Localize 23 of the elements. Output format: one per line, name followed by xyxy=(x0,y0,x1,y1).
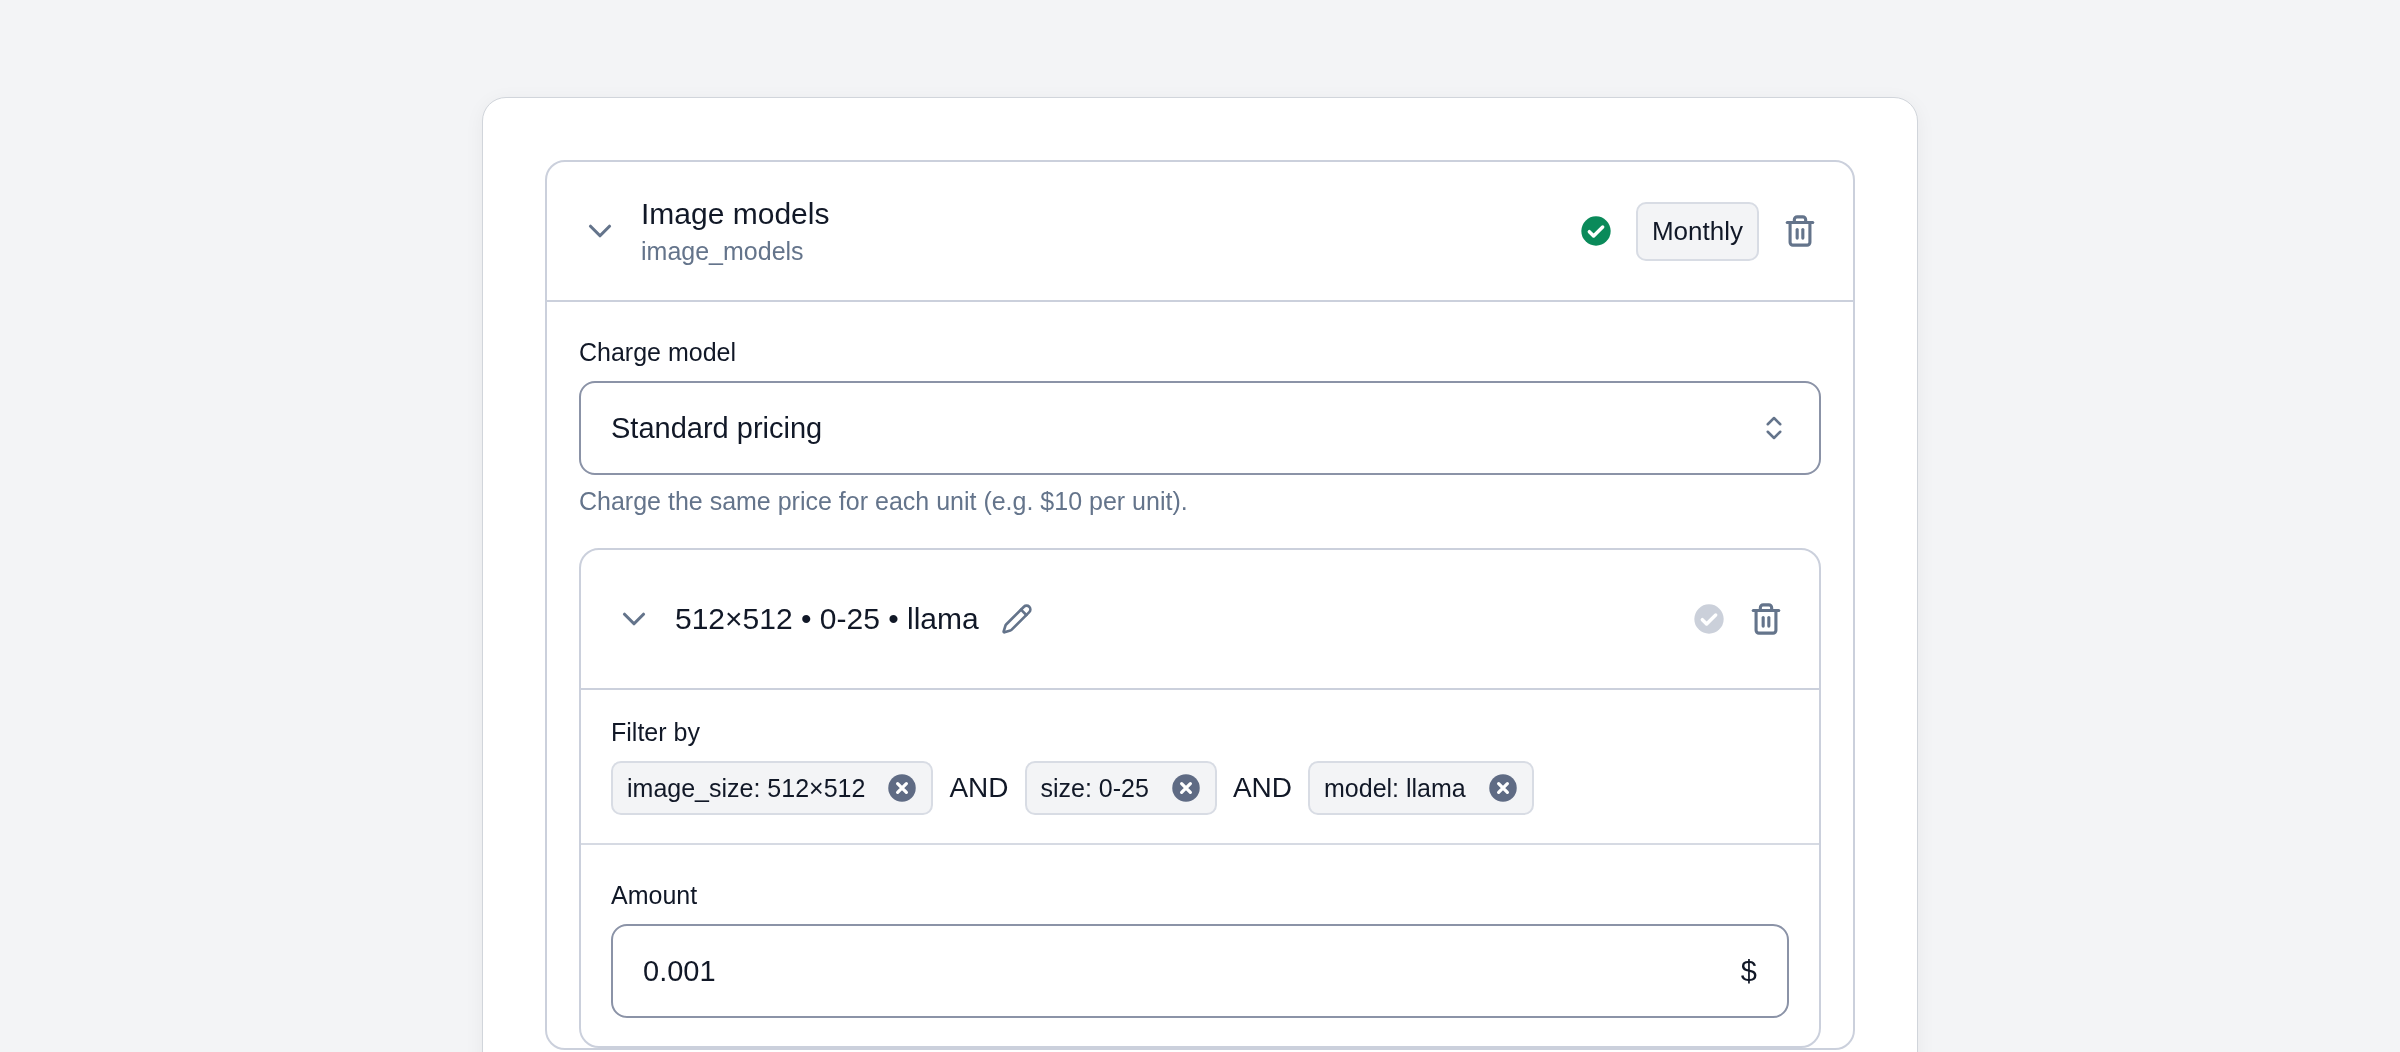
section-code: image_models xyxy=(641,236,805,266)
filter-text: size: 0-25 xyxy=(1040,773,1149,803)
joiner-text: AND xyxy=(1232,772,1292,804)
filter-text: model: llama xyxy=(1324,773,1466,803)
amount-value: 0.001 xyxy=(643,954,716,988)
field-label: Charge model xyxy=(579,338,738,367)
remove-icon[interactable] xyxy=(887,773,918,803)
filter-text: image_size: 512×512 xyxy=(627,773,866,803)
field-label: Filter by xyxy=(611,718,701,747)
interval-tag: Monthly xyxy=(1635,201,1759,261)
amount-field[interactable]: 0.001 $ xyxy=(611,924,1789,1018)
joiner-text: AND xyxy=(949,772,1009,804)
edit-icon[interactable] xyxy=(1000,603,1033,635)
help-text: Charge the same price for each unit (e.g. $10 per unit). xyxy=(579,487,1189,516)
rule-title: 512×512 • 0-25 • llama xyxy=(675,602,979,636)
section-title: Image models xyxy=(641,196,831,231)
delete-icon[interactable] xyxy=(1783,214,1817,248)
charge-model-select[interactable]: Standard pricing xyxy=(579,381,1821,475)
remove-icon[interactable] xyxy=(1487,773,1518,803)
currency-suffix: $ xyxy=(1740,954,1757,988)
delete-icon[interactable] xyxy=(1749,602,1783,636)
field-label: Amount xyxy=(611,881,699,910)
remove-icon[interactable] xyxy=(1170,773,1201,803)
